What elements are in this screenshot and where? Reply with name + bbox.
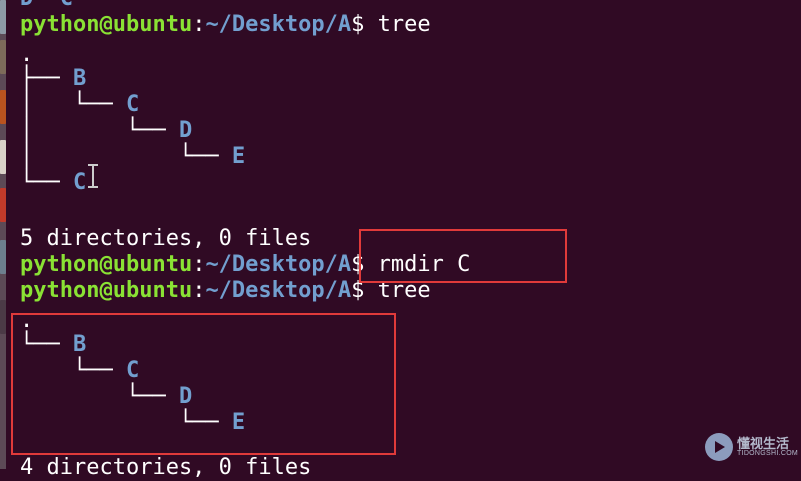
launcher-icon[interactable] [0, 140, 6, 174]
launcher-icon[interactable] [0, 90, 6, 124]
watermark-sub: TIDONGSHI.COM [737, 450, 799, 457]
command-text: tree [377, 12, 431, 37]
launcher-icon[interactable] [0, 0, 6, 34]
tree-entry: │ └── E [20, 144, 246, 169]
prompt-dollar: $ [351, 12, 378, 37]
launcher-icon[interactable] [0, 240, 6, 274]
tree-entry: │ └── D [20, 118, 193, 143]
summary-line-partial: 4 directories, 0 files [20, 455, 312, 480]
tree-root: . [20, 42, 34, 67]
tree-entry: │ └── C [20, 92, 140, 117]
tree-highlight-box [11, 313, 396, 455]
launcher-icon[interactable] [0, 300, 6, 334]
tree-entry: └── C [20, 170, 87, 195]
prompt-path: ~/Desktop/A [205, 12, 352, 37]
launcher-icon[interactable] [0, 40, 6, 74]
watermark: 懂视生活 TIDONGSHI.COM [705, 431, 799, 463]
prompt-sep: : [192, 12, 206, 37]
launcher-icon[interactable] [0, 188, 6, 222]
tree-entry: ├── B [20, 66, 87, 91]
command-highlight-box [359, 229, 567, 283]
partial-output-line: D C [20, 0, 73, 12]
play-logo-icon [705, 433, 733, 461]
prompt-user: python@ubuntu [20, 12, 193, 37]
launcher-sidebar [0, 0, 6, 469]
text-cursor-icon [88, 164, 98, 188]
summary-line: 5 directories, 0 files [20, 226, 312, 251]
prompt-line: python@ubuntu:~/Desktop/A$ tree [20, 12, 431, 38]
